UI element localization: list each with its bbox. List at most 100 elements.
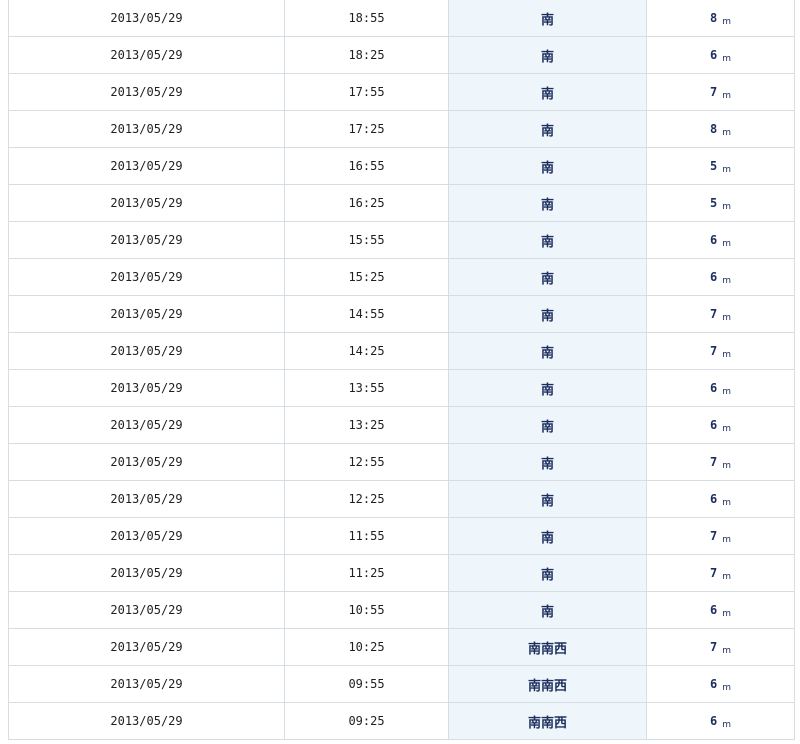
wave-height-value: 6 [709, 603, 718, 617]
wave-direction-cell: 南 [448, 258, 647, 296]
table-row: 2013/05/29 16:25 南 5 m [8, 184, 795, 222]
wave-height-cell: 7m [646, 628, 795, 666]
wave-direction-cell: 南南西 [448, 702, 647, 740]
table-row: 2013/05/29 12:25 南 6 m [8, 480, 795, 518]
wave-height-cell: 6m [646, 702, 795, 740]
wave-direction-cell: 南 [448, 36, 647, 74]
wave-height-unit: m [722, 646, 731, 656]
wave-height-cell: 6m [646, 480, 795, 518]
wave-height-value: 6 [709, 418, 718, 432]
time-cell: 16:25 [284, 184, 449, 222]
table-row: 2013/05/29 14:25 南 7 m [8, 332, 795, 370]
date-cell: 2013/05/29 [8, 258, 285, 296]
time-cell: 09:55 [284, 665, 449, 703]
wave-height-unit: m [722, 572, 731, 582]
wave-height-cell: 6m [646, 36, 795, 74]
wave-height-cell: 6m [646, 369, 795, 407]
wave-height-unit: m [722, 276, 731, 286]
table-row: 2013/05/29 10:25 南南西 7 m [8, 628, 795, 666]
table-row: 2013/05/29 13:25 南 6 m [8, 406, 795, 444]
date-cell: 2013/05/29 [8, 517, 285, 555]
wave-height-cell: 5m [646, 184, 795, 222]
table-row: 2013/05/29 18:25 南 6 m [8, 36, 795, 74]
wave-height-unit: m [722, 387, 731, 397]
time-cell: 17:25 [284, 110, 449, 148]
wave-height-unit: m [722, 165, 731, 175]
date-cell: 2013/05/29 [8, 665, 285, 703]
date-cell: 2013/05/29 [8, 702, 285, 740]
wave-height-unit: m [722, 683, 731, 693]
wave-height-unit: m [722, 239, 731, 249]
wave-height-value: 5 [709, 196, 718, 210]
wave-height-cell: 7m [646, 295, 795, 333]
time-cell: 11:25 [284, 554, 449, 592]
date-cell: 2013/05/29 [8, 110, 285, 148]
time-cell: 18:55 [284, 0, 449, 37]
wave-height-cell: 6m [646, 406, 795, 444]
wave-height-cell: 7m [646, 517, 795, 555]
wave-direction-cell: 南 [448, 554, 647, 592]
wave-direction-cell: 南 [448, 591, 647, 629]
wave-height-cell: 8m [646, 0, 795, 37]
date-cell: 2013/05/29 [8, 295, 285, 333]
date-cell: 2013/05/29 [8, 332, 285, 370]
date-cell: 2013/05/29 [8, 369, 285, 407]
wave-height-cell: 7m [646, 554, 795, 592]
date-cell: 2013/05/29 [8, 0, 285, 37]
wave-height-unit: m [722, 313, 731, 323]
date-cell: 2013/05/29 [8, 406, 285, 444]
table-row: 2013/05/29 13:55 南 6 m [8, 369, 795, 407]
date-cell: 2013/05/29 [8, 221, 285, 259]
wave-height-value: 6 [709, 48, 718, 62]
wave-height-value: 6 [709, 677, 718, 691]
table-row: 2013/05/29 16:55 南 5 m [8, 147, 795, 185]
wave-height-value: 6 [709, 492, 718, 506]
time-cell: 15:55 [284, 221, 449, 259]
wave-height-cell: 6m [646, 221, 795, 259]
wave-height-cell: 5m [646, 147, 795, 185]
wave-height-cell: 6m [646, 258, 795, 296]
table-row: 2013/05/29 17:55 南 7 m [8, 73, 795, 111]
wave-direction-cell: 南 [448, 443, 647, 481]
table-row: 2013/05/29 10:55 南 6 m [8, 591, 795, 629]
date-cell: 2013/05/29 [8, 147, 285, 185]
table-row: 2013/05/29 09:55 南南西 6 m [8, 665, 795, 703]
wave-height-unit: m [722, 17, 731, 27]
wave-height-value: 6 [709, 270, 718, 284]
wave-direction-cell: 南 [448, 369, 647, 407]
wave-height-value: 7 [709, 85, 718, 99]
wave-direction-cell: 南南西 [448, 628, 647, 666]
wave-direction-cell: 南 [448, 332, 647, 370]
wave-height-unit: m [722, 424, 731, 434]
table-row: 2013/05/29 09:25 南南西 6 m [8, 702, 795, 740]
wave-height-value: 7 [709, 344, 718, 358]
observation-table: 2013/05/29 18:55 南 8 m 2013/05/29 18:25 南 6 m 2013… [8, 0, 795, 740]
time-cell: 13:55 [284, 369, 449, 407]
wave-height-unit: m [722, 128, 731, 138]
wave-height-cell: 6m [646, 665, 795, 703]
time-cell: 17:55 [284, 73, 449, 111]
date-cell: 2013/05/29 [8, 184, 285, 222]
wave-height-value: 7 [709, 566, 718, 580]
wave-height-unit: m [722, 350, 731, 360]
wave-height-cell: 8m [646, 110, 795, 148]
time-cell: 12:55 [284, 443, 449, 481]
wave-direction-cell: 南 [448, 517, 647, 555]
wave-height-cell: 7m [646, 73, 795, 111]
time-cell: 12:25 [284, 480, 449, 518]
date-cell: 2013/05/29 [8, 480, 285, 518]
table-row: 2013/05/29 11:25 南 7 m [8, 554, 795, 592]
wave-direction-cell: 南 [448, 147, 647, 185]
time-cell: 16:55 [284, 147, 449, 185]
wave-height-value: 5 [709, 159, 718, 173]
table-row: 2013/05/29 12:55 南 7 m [8, 443, 795, 481]
wave-direction-cell: 南 [448, 184, 647, 222]
table-row: 2013/05/29 15:25 南 6 m [8, 258, 795, 296]
time-cell: 13:25 [284, 406, 449, 444]
wave-height-value: 7 [709, 529, 718, 543]
wave-height-value: 6 [709, 381, 718, 395]
time-cell: 09:25 [284, 702, 449, 740]
wave-height-value: 6 [709, 714, 718, 728]
date-cell: 2013/05/29 [8, 36, 285, 74]
time-cell: 11:55 [284, 517, 449, 555]
